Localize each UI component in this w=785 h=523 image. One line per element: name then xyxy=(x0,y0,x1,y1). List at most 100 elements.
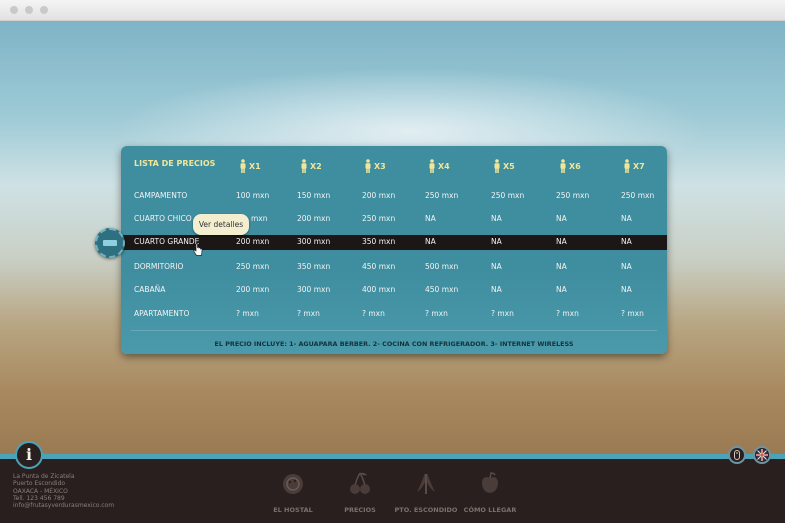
price-cell: NA xyxy=(621,237,632,246)
person-icon xyxy=(560,159,566,173)
address-line: Puerto Escondido xyxy=(13,480,66,488)
nav-label: PTO. ESCONDIDO xyxy=(394,506,458,514)
price-cell: 350 mxn xyxy=(297,262,331,271)
person-icon xyxy=(240,159,246,173)
close-window-dot[interactable] xyxy=(10,6,18,14)
price-cell: NA xyxy=(621,214,632,223)
coconut-icon xyxy=(283,474,303,494)
price-cell: mxn xyxy=(251,214,268,223)
price-cell: ? mxn xyxy=(491,309,514,318)
cherries-icon xyxy=(350,472,370,494)
apple-icon xyxy=(482,472,498,493)
price-cell: 250 mxn xyxy=(236,262,270,271)
price-cell: NA xyxy=(556,237,567,246)
person-icon xyxy=(494,159,500,173)
footnote-divider xyxy=(131,330,657,331)
person-icon xyxy=(429,159,435,173)
nav-precios[interactable]: PRECIOS xyxy=(323,470,397,514)
price-cell: 250 mxn xyxy=(425,191,459,200)
column-header-label: X6 xyxy=(569,162,581,171)
column-header-label: X1 xyxy=(249,162,261,171)
table-row[interactable]: CAMPAMENTO 100 mxn 150 mxn 200 mxn 250 m… xyxy=(121,189,667,203)
price-cell: 250 mxn xyxy=(362,214,396,223)
row-name: APARTAMENTO xyxy=(134,309,190,318)
contact-address: La Punta de Zicatela Puerto Escondido OA… xyxy=(13,473,114,509)
column-header-label: X3 xyxy=(374,162,386,171)
price-list-title: LISTA DE PRECIOS xyxy=(134,159,216,168)
table-row[interactable]: DORMITORIO 250 mxn 350 mxn 450 mxn 500 m… xyxy=(121,260,667,274)
nav-pto-escondido[interactable]: PTO. ESCONDIDO xyxy=(389,470,463,514)
nav-como-llegar[interactable]: CÓMO LLEGAR xyxy=(453,470,527,514)
price-cell: ? mxn xyxy=(297,309,320,318)
price-cell: 100 mxn xyxy=(236,191,270,200)
minimize-window-dot[interactable] xyxy=(25,6,33,14)
nav-label: CÓMO LLEGAR xyxy=(463,506,517,514)
price-cell: NA xyxy=(621,262,632,271)
price-cell: 450 mxn xyxy=(362,262,396,271)
price-cell: 350 mxn xyxy=(362,237,396,246)
column-header-x3: X3 xyxy=(365,155,386,173)
price-cell: 450 mxn xyxy=(425,285,459,294)
column-header-label: X7 xyxy=(633,162,645,171)
column-header-x5: X5 xyxy=(494,155,515,173)
column-header-x2: X2 xyxy=(301,155,322,173)
price-cell: NA xyxy=(491,237,502,246)
row-name: CABAÑA xyxy=(134,285,166,294)
price-cell: NA xyxy=(491,285,502,294)
price-cell: 150 mxn xyxy=(297,191,331,200)
person-icon xyxy=(624,159,630,173)
person-icon xyxy=(301,159,307,173)
column-header-x1: X1 xyxy=(240,155,261,173)
row-name: CUARTO CHICO xyxy=(134,214,192,223)
price-cell: ? mxn xyxy=(621,309,644,318)
table-row[interactable]: APARTAMENTO ? mxn ? mxn ? mxn ? mxn ? mx… xyxy=(121,307,667,321)
price-cell: NA xyxy=(556,214,567,223)
price-cell: ? mxn xyxy=(362,309,385,318)
price-cell: 400 mxn xyxy=(362,285,396,294)
hand-cursor-icon xyxy=(193,243,203,256)
price-cell: 200 mxn xyxy=(297,214,331,223)
nav-label: EL HOSTAL xyxy=(273,506,313,514)
uk-flag-language-icon[interactable] xyxy=(753,446,771,464)
person-icon xyxy=(365,159,371,173)
address-line: La Punta de Zicatela xyxy=(13,473,75,480)
selected-row-marker-icon[interactable] xyxy=(95,228,125,258)
nav-label: PRECIOS xyxy=(344,506,376,514)
price-cell: 250 mxn xyxy=(621,191,655,200)
column-header-x4: X4 xyxy=(429,155,450,173)
price-cell: ? mxn xyxy=(425,309,448,318)
price-cell: NA xyxy=(425,214,436,223)
price-cell: ? mxn xyxy=(236,309,259,318)
column-header-label: X2 xyxy=(310,162,322,171)
row-name: CAMPAMENTO xyxy=(134,191,188,200)
table-row[interactable]: CABAÑA 200 mxn 300 mxn 400 mxn 450 mxn N… xyxy=(121,283,667,297)
price-cell: NA xyxy=(491,262,502,271)
mouse-scroll-icon[interactable] xyxy=(728,446,746,464)
maximize-window-dot[interactable] xyxy=(40,6,48,14)
price-cell: 250 mxn xyxy=(491,191,525,200)
price-cell: NA xyxy=(556,285,567,294)
contact-email[interactable]: info@frutasyverdurasmexico.com xyxy=(13,502,114,509)
price-cell: 200 mxn xyxy=(362,191,396,200)
nav-el-hostal[interactable]: EL HOSTAL xyxy=(256,470,330,514)
address-line: Tell. 123 456 789 xyxy=(13,494,65,502)
browser-chrome xyxy=(0,0,785,21)
price-cell: NA xyxy=(425,237,436,246)
price-cell: NA xyxy=(491,214,502,223)
price-footnote: EL PRECIO INCLUYE: 1- AGUAPARA BERBER. 2… xyxy=(214,340,574,348)
info-icon[interactable]: i xyxy=(15,441,43,469)
price-cell: NA xyxy=(621,285,632,294)
row-name: DORMITORIO xyxy=(134,262,184,271)
column-header-x7: X7 xyxy=(624,155,645,173)
column-header-label: X4 xyxy=(438,162,450,171)
price-cell: ? mxn xyxy=(556,309,579,318)
price-cell: 250 mxn xyxy=(556,191,590,200)
address-line: OAXACA - MÉXICO xyxy=(13,487,68,495)
price-cell: NA xyxy=(556,262,567,271)
price-cell: 300 mxn xyxy=(297,237,331,246)
row-name: CUARTO GRANDE xyxy=(134,237,200,246)
column-header-label: X5 xyxy=(503,162,515,171)
price-cell: 300 mxn xyxy=(297,285,331,294)
banana-icon xyxy=(417,473,435,494)
details-tooltip[interactable]: Ver detalles xyxy=(193,214,249,235)
